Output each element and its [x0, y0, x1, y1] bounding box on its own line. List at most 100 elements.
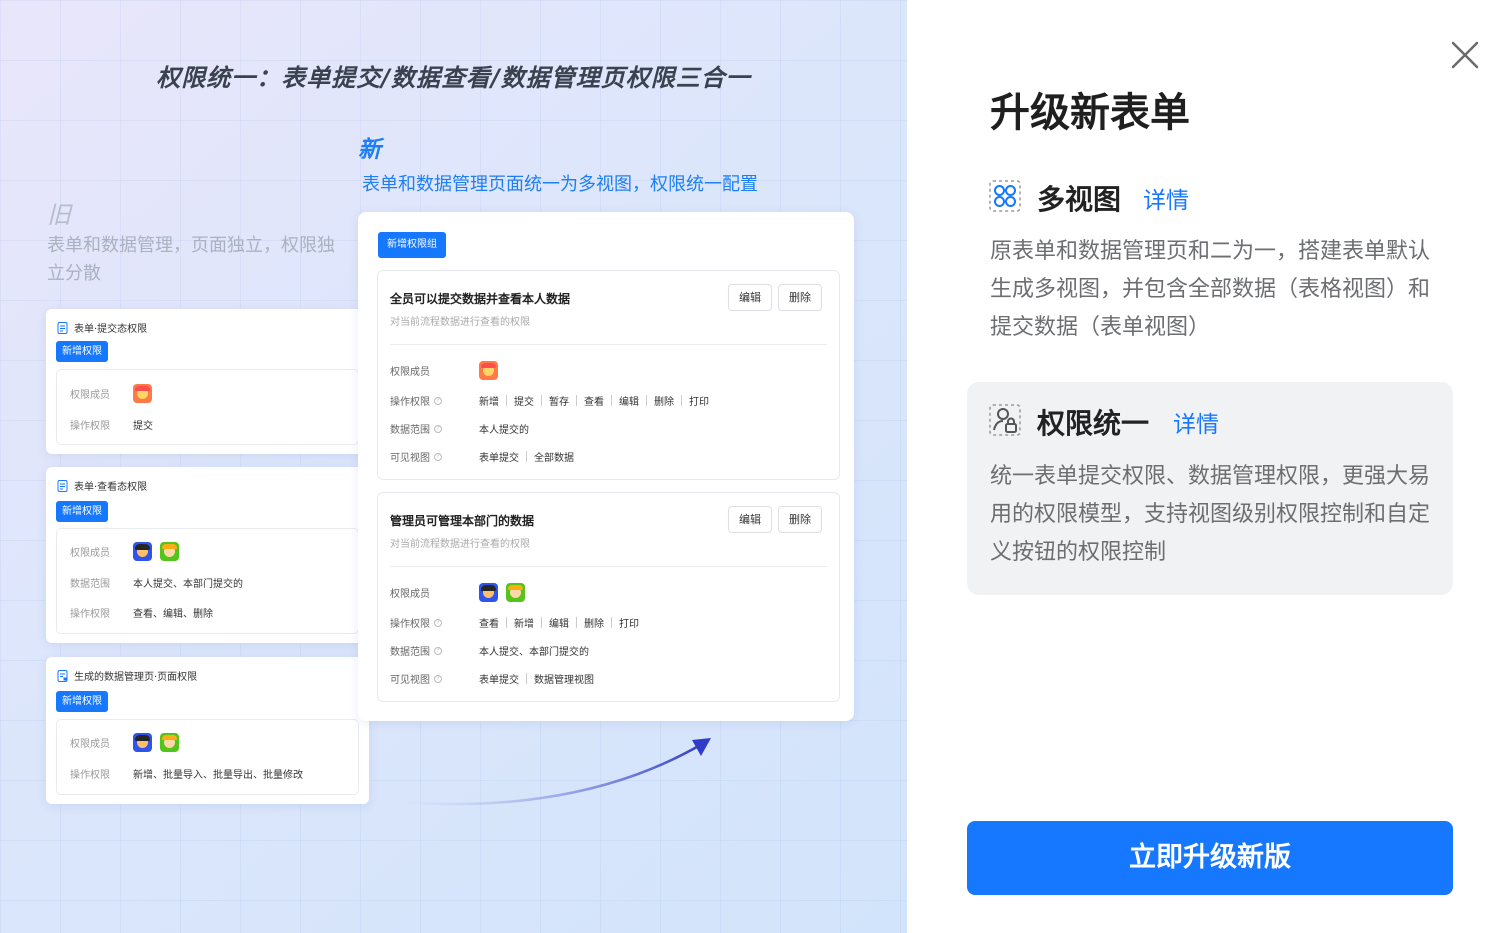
upgrade-panel: 升级新表单 多视图 详情 原表单和数据管理页和二为一，搭建表单默认生成多视图，并… — [907, 0, 1505, 933]
delete-button[interactable]: 删除 — [778, 506, 822, 533]
op-chip: 删除 — [584, 619, 604, 630]
feature-title: 权限统一 — [1037, 407, 1150, 440]
edit-button[interactable]: 编辑 — [728, 506, 772, 533]
edit-button[interactable]: 编辑 — [728, 284, 772, 311]
help-icon: ? — [434, 618, 442, 627]
kv-value: 查看、编辑、删除 — [133, 609, 213, 620]
old-card-body: 权限成员 操作权限 提交 — [56, 369, 359, 445]
kv-row: 操作权限 查看、编辑、删除 — [70, 605, 213, 620]
row-label: 操作权限 — [390, 397, 430, 408]
avatar — [479, 583, 498, 602]
add-permission-button[interactable]: 新增权限 — [56, 501, 108, 522]
op-chip: 打印 — [689, 397, 709, 408]
avatar — [160, 733, 179, 752]
divider — [390, 344, 827, 345]
kv-key: 操作权限 — [70, 421, 110, 432]
delete-button[interactable]: 删除 — [778, 284, 822, 311]
old-card-submit: 表单·提交态权限 新增权限 权限成员 操作权限 提交 — [46, 309, 369, 454]
view-chip: 全部数据 — [534, 453, 574, 464]
group-desc: 对当前流程数据进行查看的权限 — [390, 539, 530, 550]
feature-title: 多视图 — [1037, 183, 1122, 216]
old-card-header: 生成的数据管理页·页面权限 — [57, 668, 197, 683]
row-label: 可见视图 — [390, 453, 430, 464]
add-permission-button[interactable]: 新增权限 — [56, 691, 108, 712]
divider — [390, 566, 827, 567]
ops-row: 操作权限? 新增 提交 暂存 查看 编辑 删除 打印 — [390, 393, 709, 408]
avatar — [506, 583, 525, 602]
new-subtitle: 表单和数据管理页面统一为多视图，权限统一配置 — [362, 174, 758, 195]
kv-row: 操作权限 新增、批量导入、批量导出、批量修改 — [70, 766, 303, 781]
avatar — [479, 361, 498, 380]
scope-value: 本人提交、本部门提交的 — [479, 647, 589, 658]
help-icon: ? — [434, 674, 442, 683]
feature-permission: 权限统一 详情 统一表单提交权限、数据管理权限，更强大易用的权限模型，支持视图级… — [967, 382, 1453, 595]
op-chip: 编辑 — [619, 397, 639, 408]
ops-row: 操作权限? 查看 新增 编辑 删除 打印 — [390, 615, 639, 630]
kv-row: 权限成员 — [70, 542, 187, 561]
kv-key: 权限成员 — [70, 390, 110, 401]
permission-group: 管理员可管理本部门的数据 对当前流程数据进行查看的权限 编辑 删除 权限成员 操… — [377, 492, 840, 702]
close-icon[interactable] — [1448, 38, 1482, 72]
members-row: 权限成员 — [390, 583, 533, 602]
list-doc-icon — [57, 669, 68, 682]
scope-row: 数据范围? 本人提交、本部门提交的 — [390, 643, 589, 658]
kv-key: 权限成员 — [70, 739, 110, 750]
members-row: 权限成员 — [390, 361, 506, 380]
op-chip: 提交 — [514, 397, 534, 408]
kv-value: 提交 — [133, 421, 153, 432]
upgrade-button[interactable]: 立即升级新版 — [967, 821, 1453, 895]
row-label: 操作权限 — [390, 619, 430, 630]
view-chip: 表单提交 — [479, 453, 519, 464]
views-row: 可见视图? 表单提交 全部数据 — [390, 449, 574, 464]
details-link[interactable]: 详情 — [1173, 405, 1219, 439]
kv-key: 操作权限 — [70, 770, 110, 781]
new-permission-card: 新增权限组 全员可以提交数据并查看本人数据 对当前流程数据进行查看的权限 编辑 … — [358, 212, 854, 721]
help-icon: ? — [434, 646, 442, 655]
add-permission-button[interactable]: 新增权限 — [56, 341, 108, 362]
kv-key: 操作权限 — [70, 609, 110, 620]
scope-row: 数据范围? 本人提交的 — [390, 421, 529, 436]
views-row: 可见视图? 表单提交 数据管理视图 — [390, 671, 594, 686]
old-card-body: 权限成员 操作权限 新增、批量导入、批量导出、批量修改 — [56, 719, 359, 795]
op-chip: 暂存 — [549, 397, 569, 408]
add-group-button[interactable]: 新增权限组 — [378, 232, 446, 258]
view-chip: 表单提交 — [479, 675, 519, 686]
feature-multi-view: 多视图 详情 原表单和数据管理页和二为一，搭建表单默认生成多视图，并包含全部数据… — [967, 165, 1453, 375]
multi-view-icon — [989, 180, 1021, 212]
op-chip: 查看 — [584, 397, 604, 408]
avatar — [133, 542, 152, 561]
illustration-panel: 权限统一：表单提交/数据查看/数据管理页权限三合一 新 表单和数据管理页面统一为… — [0, 0, 907, 933]
arrow-icon — [399, 738, 711, 806]
scope-value: 本人提交的 — [479, 425, 529, 436]
hero-title: 权限统一：表单提交/数据查看/数据管理页权限三合一 — [156, 64, 751, 92]
row-label: 数据范围 — [390, 647, 430, 658]
old-card-manage: 生成的数据管理页·页面权限 新增权限 权限成员 操作权限 新增、批量导入、批量导… — [46, 657, 369, 804]
feature-desc: 统一表单提交权限、数据管理权限，更强大易用的权限模型，支持视图级别权限控制和自定… — [990, 464, 1431, 565]
op-chip: 编辑 — [549, 619, 569, 630]
document-icon — [57, 479, 68, 492]
op-chip: 新增 — [479, 397, 499, 408]
row-label: 数据范围 — [390, 425, 430, 436]
old-card-header: 表单·查看态权限 — [57, 478, 147, 493]
help-icon: ? — [434, 452, 442, 461]
old-card-view: 表单·查看态权限 新增权限 权限成员 数据范围 本人提交、本部门提交的 操作权限… — [46, 467, 369, 643]
kv-row: 权限成员 — [70, 384, 160, 403]
kv-value: 新增、批量导入、批量导出、批量修改 — [133, 770, 303, 781]
old-subtitle: 表单和数据管理，页面独立，权限独立分散 — [47, 235, 335, 284]
feature-desc: 原表单和数据管理页和二为一，搭建表单默认生成多视图，并包含全部数据（表格视图）和… — [990, 239, 1431, 340]
old-card-title: 生成的数据管理页·页面权限 — [74, 672, 198, 683]
group-title: 全员可以提交数据并查看本人数据 — [390, 292, 571, 306]
permission-group: 全员可以提交数据并查看本人数据 对当前流程数据进行查看的权限 编辑 删除 权限成… — [377, 270, 840, 480]
details-link[interactable]: 详情 — [1143, 181, 1189, 215]
old-card-title: 表单·提交态权限 — [74, 324, 148, 335]
avatar — [133, 733, 152, 752]
old-card-body: 权限成员 数据范围 本人提交、本部门提交的 操作权限 查看、编辑、删除 — [56, 528, 359, 634]
group-title: 管理员可管理本部门的数据 — [390, 514, 535, 528]
kv-row: 操作权限 提交 — [70, 417, 153, 432]
row-label: 权限成员 — [390, 589, 430, 600]
avatar — [133, 384, 152, 403]
kv-key: 数据范围 — [70, 579, 110, 590]
row-label: 可见视图 — [390, 675, 430, 686]
permission-icon — [989, 404, 1021, 436]
op-chip: 删除 — [654, 397, 674, 408]
